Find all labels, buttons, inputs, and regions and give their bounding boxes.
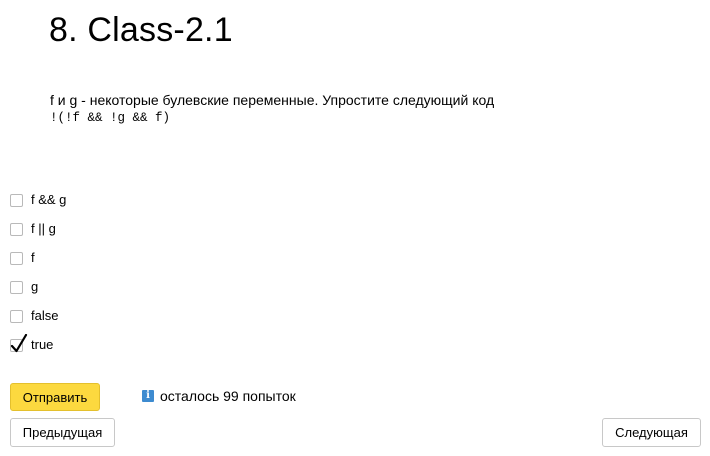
quiz-page: 8. Class-2.1 f и g - некоторые булевские… [0, 0, 710, 456]
checkbox-g[interactable] [10, 281, 23, 294]
option-f[interactable]: f [10, 249, 66, 278]
question-code: !(!f && !g && f) [50, 111, 171, 125]
option-label: f && g [31, 192, 67, 207]
attempts-text: осталось 99 попыток [160, 388, 296, 404]
info-icon: i [142, 390, 154, 402]
option-label: false [31, 308, 59, 323]
option-false[interactable]: false [10, 307, 66, 336]
previous-button[interactable]: Предыдущая [10, 418, 115, 447]
option-true[interactable]: true [10, 334, 66, 365]
option-f-and-g[interactable]: f && g [10, 191, 66, 220]
checkbox-f-or-g[interactable] [10, 223, 23, 236]
checkbox-false[interactable] [10, 310, 23, 323]
answer-options: f && g f || g f g false true [10, 191, 66, 365]
submit-button[interactable]: Отправить [10, 383, 100, 411]
page-title: 8. Class-2.1 [49, 11, 233, 49]
option-g[interactable]: g [10, 278, 66, 307]
option-label: f [31, 250, 35, 265]
attempts-info: i осталось 99 попыток [142, 388, 296, 404]
checkbox-f-and-g[interactable] [10, 194, 23, 207]
checkbox-f[interactable] [10, 252, 23, 265]
option-label: g [31, 279, 39, 294]
checkbox-true[interactable] [10, 334, 28, 353]
question-text: f и g - некоторые булевские переменные. … [50, 92, 495, 108]
next-button[interactable]: Следующая [602, 418, 701, 447]
option-label: true [31, 337, 54, 352]
question-block: f и g - некоторые булевские переменные. … [50, 92, 494, 126]
checkmark-icon [10, 334, 28, 353]
option-label: f || g [31, 221, 56, 236]
option-f-or-g[interactable]: f || g [10, 220, 66, 249]
